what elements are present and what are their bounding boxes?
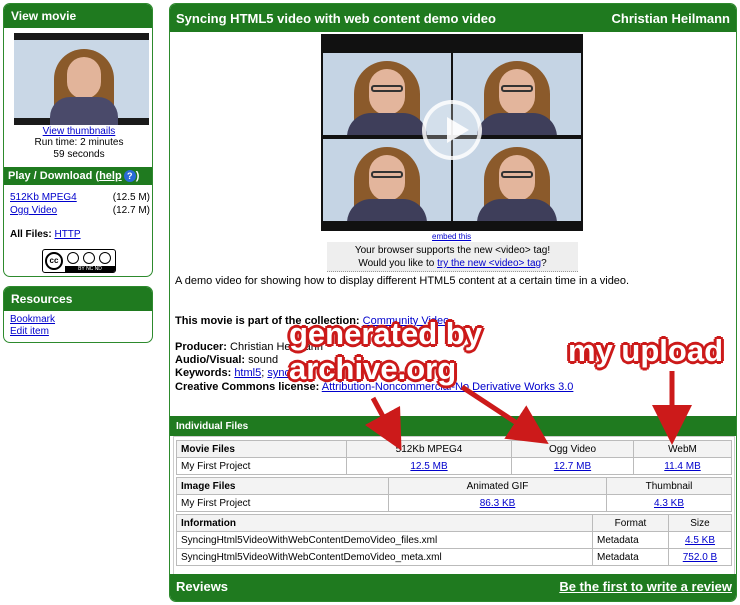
annotation-archive-line2: archive.org [289,351,457,386]
bookmark-link[interactable]: Bookmark [10,314,55,325]
table-row: My First Project 86.3 KB 4.3 KB [176,494,732,512]
play-download-header: Play / Download (help?) [4,167,152,185]
download-mpeg4-link[interactable]: 512Kb MPEG4 [10,192,77,203]
download-size: (12.5 M) [112,192,150,203]
cc-license-badge-icon[interactable]: cc BY NC ND [42,249,116,273]
table-row: SyncingHtml5VideoWithWebContentDemoVideo… [176,531,732,549]
table-row: SyncingHtml5VideoWithWebContentDemoVideo… [176,548,732,566]
reviews-title: Reviews [176,579,229,594]
row-name: My First Project [176,457,347,475]
write-review-link[interactable]: Be the first to write a review [559,579,732,598]
annotation-archive-line1: generated by [289,316,482,351]
column-header: Format [592,514,669,532]
column-header: 512Kb MPEG4 [346,440,512,458]
column-header: Ogg Video [511,440,634,458]
video-tag-notice: Your browser supports the new <video> ta… [327,242,578,272]
notice-line1: Your browser supports the new <video> ta… [354,245,551,256]
files-table-container: Movie Files 512Kb MPEG4 Ogg Video WebM M… [173,436,735,576]
all-files-label: All Files: [10,229,52,240]
file-format: Metadata [592,548,669,566]
reviews-bar: Reviews Be the first to write a review [170,574,736,601]
file-format: Metadata [592,531,669,549]
view-movie-title: View movie [4,4,152,28]
row-name: My First Project [176,494,389,512]
column-header: Size [668,514,732,532]
annotation-my-upload: my upload [568,333,724,368]
information-table: Information Format Size SyncingHtml5Vide… [176,514,732,566]
file-name: SyncingHtml5VideoWithWebContentDemoVideo… [176,531,593,549]
resources-panel: Resources Bookmark Edit item [3,286,153,343]
file-size-link[interactable]: 11.4 MB [664,461,701,472]
file-name: SyncingHtml5VideoWithWebContentDemoVideo… [176,548,593,566]
view-movie-panel: View movie View thumbnails Run time: 2 m… [3,3,153,277]
help-icon[interactable]: ? [123,170,136,182]
table-row: My First Project 12.5 MB 12.7 MB 11.4 MB [176,457,732,475]
column-header: WebM [633,440,732,458]
image-files-table: Image Files Animated GIF Thumbnail My Fi… [176,477,732,512]
main-header: Syncing HTML5 video with web content dem… [170,4,736,32]
main-panel: Syncing HTML5 video with web content dem… [169,3,737,602]
download-ogg-link[interactable]: Ogg Video [10,205,57,216]
movie-thumbnail[interactable] [14,33,149,125]
keywords-line: Keywords: html5; sync [175,367,290,379]
play-icon[interactable] [422,100,482,160]
runtime-text: Run time: 2 minutes 59 seconds [34,137,124,160]
try-video-tag-link[interactable]: try the new <video> tag [437,258,541,269]
file-size-link[interactable]: 12.5 MB [410,461,447,472]
movie-files-header: Movie Files [176,440,347,458]
image-files-header: Image Files [176,477,389,495]
page-title: Syncing HTML5 video with web content dem… [176,11,496,26]
individual-files-header: Individual Files [170,416,736,436]
file-size-link[interactable]: 752.0 B [683,552,717,563]
column-header: Thumbnail [606,477,732,495]
download-size: (12.7 M) [112,205,150,216]
keyword-link[interactable]: html5 [234,367,261,379]
resources-title: Resources [4,287,152,311]
file-size-link[interactable]: 86.3 KB [480,498,516,509]
movie-files-table: Movie Files 512Kb MPEG4 Ogg Video WebM M… [176,440,732,475]
description-text: A demo video for showing how to display … [175,275,630,287]
keyword-link[interactable]: sync [267,367,290,379]
column-header: Animated GIF [388,477,607,495]
download-row: 512Kb MPEG4 (12.5 M) [10,192,150,203]
view-thumbnails-link[interactable]: View thumbnails [43,126,116,137]
audio-visual-line: Audio/Visual: sound [175,354,279,366]
all-files-row: All Files: HTTP [10,229,81,240]
edit-item-link[interactable]: Edit item [10,326,49,337]
embed-link[interactable]: embed this [432,232,471,241]
file-size-link[interactable]: 12.7 MB [554,461,591,472]
file-size-link[interactable]: 4.3 KB [654,498,684,509]
help-link[interactable]: help [99,170,122,182]
video-player[interactable] [321,34,583,231]
http-link[interactable]: HTTP [54,229,80,240]
download-row: Ogg Video (12.7 M) [10,205,150,216]
information-header: Information [176,514,593,532]
author-name: Christian Heilmann [611,11,730,26]
file-size-link[interactable]: 4.5 KB [685,535,715,546]
